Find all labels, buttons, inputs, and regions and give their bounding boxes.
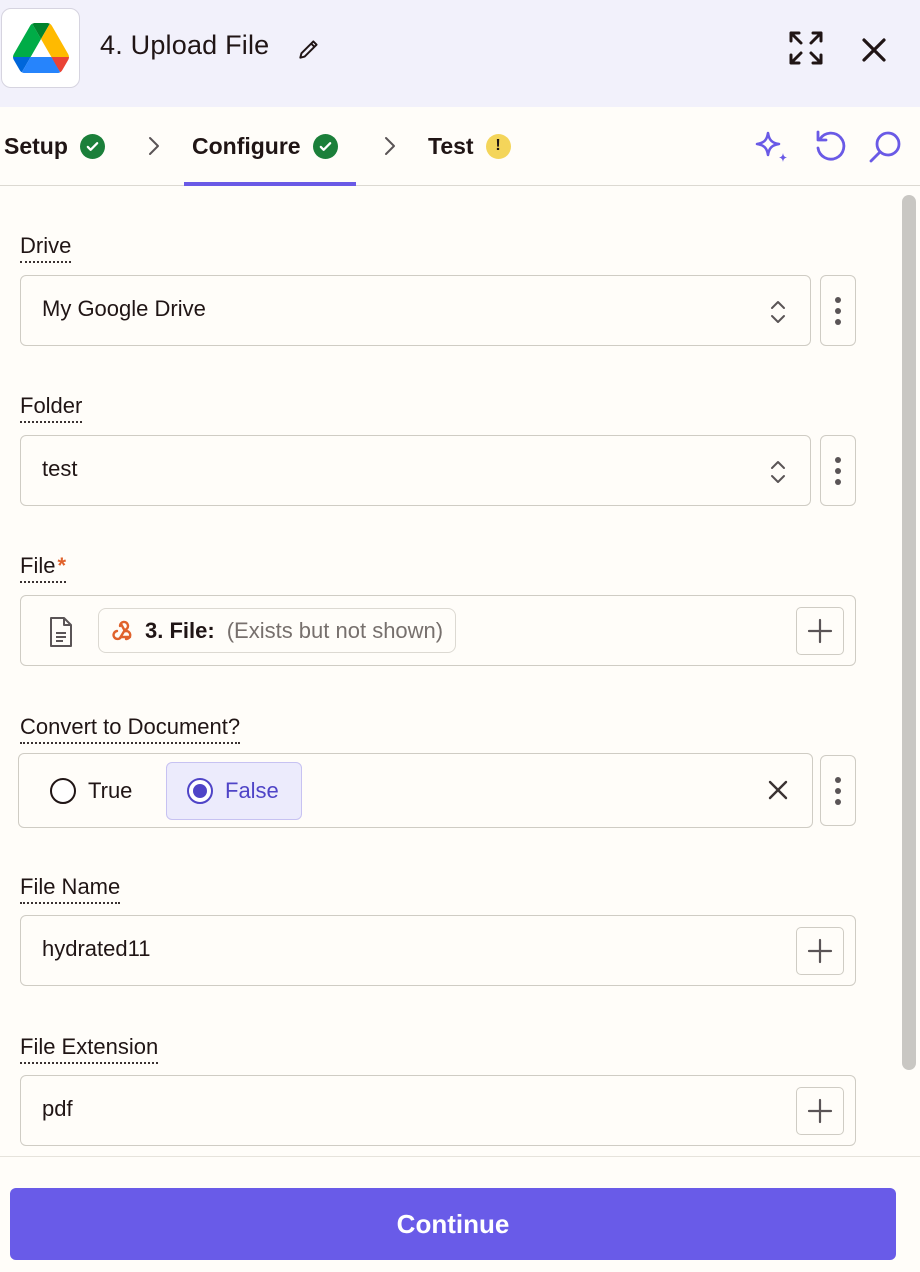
tab-test-label: Test bbox=[428, 132, 474, 159]
radio-dot bbox=[193, 784, 207, 798]
kebab-dot bbox=[835, 776, 841, 783]
radio-unchecked-icon bbox=[50, 777, 76, 804]
footer: Continue bbox=[0, 1156, 920, 1272]
file-name-label: File Name bbox=[20, 874, 121, 904]
chevron-up-down-icon bbox=[771, 461, 785, 483]
google-drive-icon bbox=[12, 23, 69, 73]
chevron-right-icon bbox=[149, 137, 159, 155]
continue-button[interactable]: Continue bbox=[10, 1188, 896, 1260]
sparkle-icon[interactable] bbox=[752, 127, 792, 167]
clear-icon[interactable] bbox=[766, 778, 790, 802]
insert-data-button[interactable] bbox=[796, 1087, 844, 1135]
configure-form: Drive My Google Drive Folder test File* bbox=[0, 187, 920, 1155]
tab-configure[interactable]: Configure bbox=[184, 107, 356, 186]
convert-more-button[interactable] bbox=[820, 755, 856, 826]
document-icon bbox=[50, 617, 72, 647]
folder-value: test bbox=[42, 456, 78, 481]
tab-setup[interactable]: Setup bbox=[4, 107, 105, 185]
webhook-icon bbox=[112, 620, 132, 640]
tab-setup-label: Setup bbox=[4, 132, 68, 159]
search-icon[interactable] bbox=[866, 127, 906, 167]
step-title: 4. Upload File bbox=[100, 30, 270, 60]
drive-label: Drive bbox=[20, 233, 72, 263]
file-extension-label: File Extension bbox=[20, 1034, 159, 1064]
chevron-right-icon bbox=[385, 137, 395, 155]
kebab-dot bbox=[835, 456, 841, 463]
close-icon[interactable] bbox=[856, 32, 892, 68]
drive-value: My Google Drive bbox=[42, 296, 206, 321]
warning-icon: ! bbox=[485, 133, 511, 159]
kebab-dot bbox=[835, 798, 841, 805]
pill-value: (Exists but not shown) bbox=[226, 617, 444, 643]
insert-data-button[interactable] bbox=[796, 927, 844, 975]
radio-option-false[interactable]: False bbox=[166, 762, 302, 820]
kebab-dot bbox=[835, 787, 841, 794]
kebab-dot bbox=[835, 318, 841, 325]
pill-step-label: 3. File: bbox=[145, 617, 215, 643]
google-drive-logo bbox=[1, 8, 80, 88]
pencil-icon[interactable] bbox=[296, 36, 322, 62]
plus-icon bbox=[807, 938, 833, 964]
file-name-value: hydrated11 bbox=[42, 936, 151, 961]
plus-icon bbox=[807, 618, 833, 644]
insert-data-button[interactable] bbox=[796, 607, 844, 655]
folder-select[interactable]: test bbox=[20, 435, 811, 506]
kebab-dot bbox=[835, 478, 841, 485]
convert-label: Convert to Document? bbox=[20, 714, 241, 744]
file-label-text: File bbox=[20, 553, 56, 578]
kebab-dot bbox=[835, 467, 841, 474]
file-extension-input[interactable]: pdf bbox=[20, 1075, 856, 1146]
tab-test[interactable]: Test ! bbox=[428, 107, 511, 185]
required-mark: * bbox=[57, 553, 67, 578]
kebab-dot bbox=[835, 307, 841, 314]
expand-icon[interactable] bbox=[786, 28, 826, 68]
radio-true-label: True bbox=[88, 777, 133, 803]
file-input[interactable]: 3. File: (Exists but not shown) bbox=[20, 595, 856, 666]
step-tabs: Setup Configure Test ! bbox=[0, 107, 920, 186]
file-label: File* bbox=[20, 553, 67, 583]
plus-icon bbox=[807, 1098, 833, 1124]
step-header: 4. Upload File bbox=[0, 0, 920, 107]
tab-configure-label: Configure bbox=[192, 132, 301, 159]
kebab-dot bbox=[835, 296, 841, 303]
radio-false-label: False bbox=[225, 778, 279, 803]
convert-radio-group: True False bbox=[18, 753, 813, 828]
check-circle-icon bbox=[79, 133, 105, 159]
drive-more-button[interactable] bbox=[820, 275, 856, 346]
file-name-input[interactable]: hydrated11 bbox=[20, 915, 856, 986]
folder-label: Folder bbox=[20, 393, 83, 423]
check-circle-icon bbox=[312, 133, 338, 159]
folder-more-button[interactable] bbox=[820, 435, 856, 506]
drive-select[interactable]: My Google Drive bbox=[20, 275, 811, 346]
chevron-up-down-icon bbox=[771, 301, 785, 323]
mapped-field-pill[interactable]: 3. File: (Exists but not shown) bbox=[98, 608, 457, 653]
scrollbar-thumb[interactable] bbox=[902, 195, 916, 1070]
radio-option-true[interactable]: True bbox=[50, 762, 132, 819]
file-extension-value: pdf bbox=[42, 1096, 73, 1121]
radio-checked-icon bbox=[187, 778, 213, 804]
undo-icon[interactable] bbox=[810, 127, 850, 167]
